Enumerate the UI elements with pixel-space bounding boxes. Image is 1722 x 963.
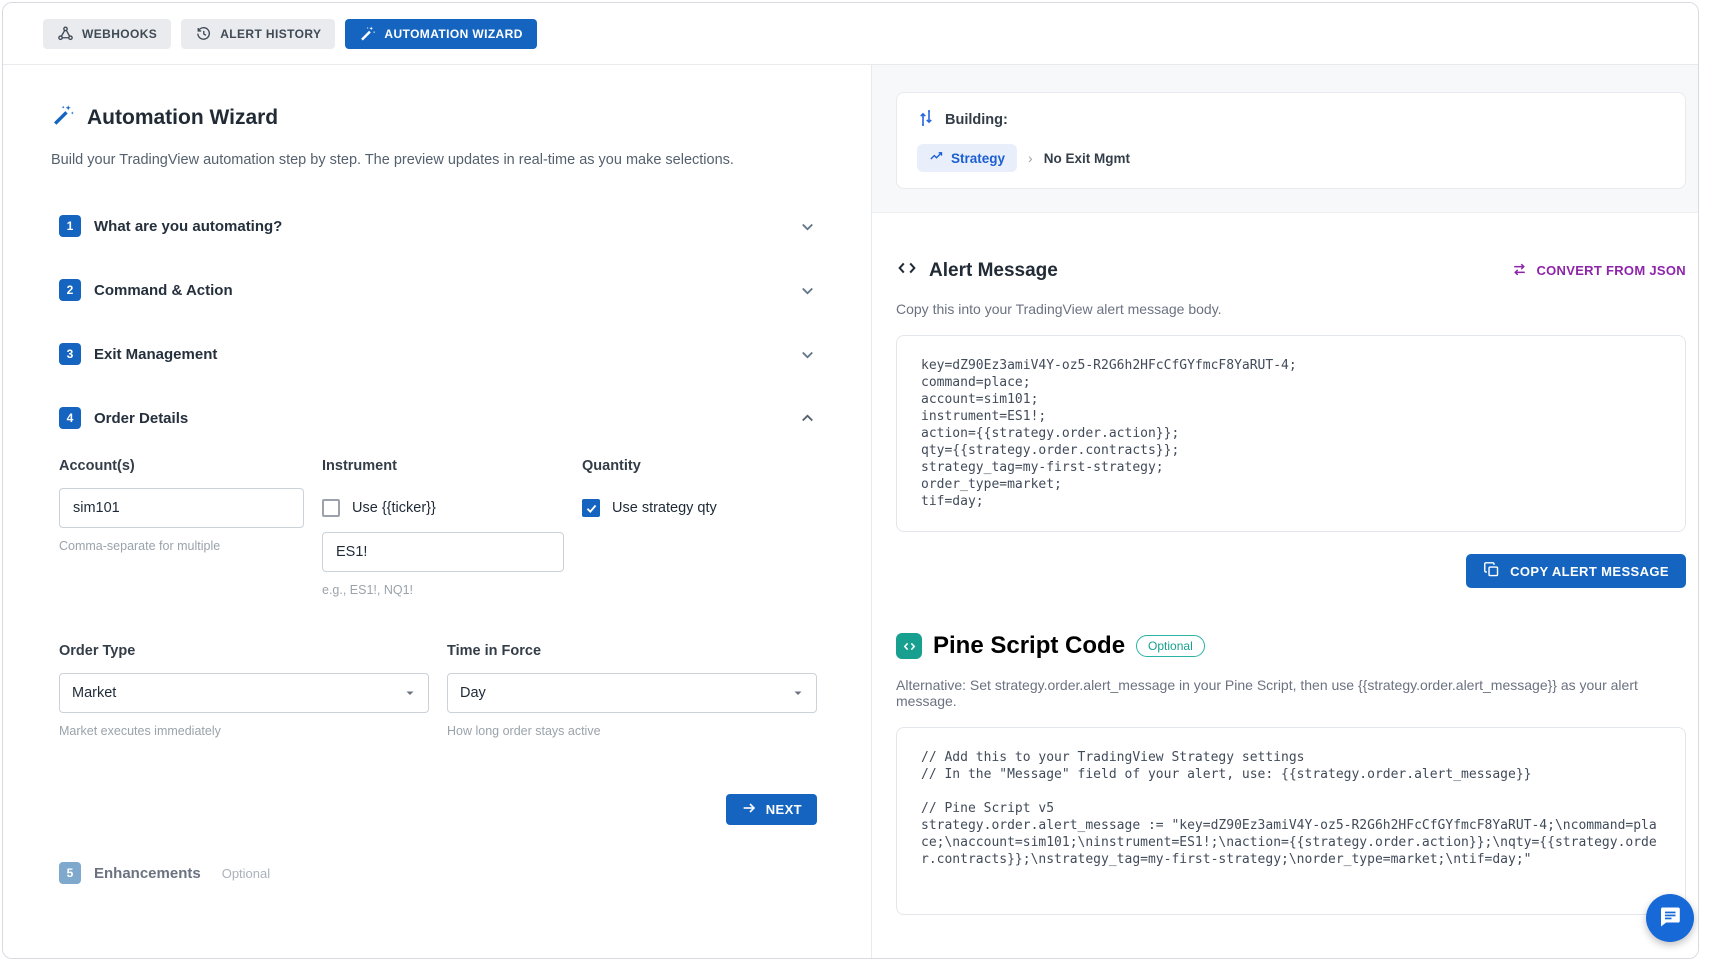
caret-down-icon xyxy=(792,687,804,699)
checkbox-unchecked-icon xyxy=(322,499,340,517)
step-number-badge: 2 xyxy=(59,279,81,301)
tif-hint: How long order stays active xyxy=(447,724,817,738)
preview-body: Alert Message CONVERT FROM JSON Copy thi… xyxy=(872,213,1698,931)
strategy-chip: Strategy xyxy=(917,144,1017,172)
strategy-chip-label: Strategy xyxy=(951,151,1005,166)
step-number-badge: 5 xyxy=(59,862,81,884)
step-header-enhancements[interactable]: 5 Enhancements Optional xyxy=(51,841,825,905)
optional-badge: Optional xyxy=(1136,635,1205,657)
time-in-force-select[interactable]: Day xyxy=(447,673,817,713)
breadcrumb-no-exit-mgmt: No Exit Mgmt xyxy=(1044,151,1130,166)
tif-label: Time in Force xyxy=(447,643,817,659)
chevron-down-icon xyxy=(798,217,817,236)
instrument-label: Instrument xyxy=(322,458,564,474)
swap-horizontal-icon xyxy=(1511,261,1528,281)
preview-panel: Building: Strategy › No Exit Mgmt xyxy=(872,65,1698,958)
checkbox-checked-icon xyxy=(582,499,600,517)
building-card: Building: Strategy › No Exit Mgmt xyxy=(896,92,1686,189)
accounts-label: Account(s) xyxy=(59,458,304,474)
tab-label: WEBHOOKS xyxy=(82,27,157,41)
order-type-hint: Market executes immediately xyxy=(59,724,429,738)
next-button[interactable]: NEXT xyxy=(726,794,817,825)
tab-label: ALERT HISTORY xyxy=(220,27,321,41)
tab-automation-wizard[interactable]: AUTOMATION WIZARD xyxy=(345,19,536,49)
code-icon xyxy=(896,257,918,284)
building-label: Building: xyxy=(945,112,1008,128)
alert-message-title: Alert Message xyxy=(929,260,1058,282)
step-number-badge: 3 xyxy=(59,343,81,365)
accounts-hint: Comma-separate for multiple xyxy=(59,539,304,553)
order-type-label: Order Type xyxy=(59,643,429,659)
magic-wand-icon xyxy=(359,25,376,42)
tab-webhooks[interactable]: WEBHOOKS xyxy=(43,19,171,49)
use-ticker-checkbox[interactable]: Use {{ticker}} xyxy=(322,488,564,528)
step-label: Enhancements xyxy=(94,865,201,882)
tif-value: Day xyxy=(460,685,486,701)
step-label: Exit Management xyxy=(94,346,217,363)
step-header-command-action[interactable]: 2 Command & Action xyxy=(51,258,825,322)
breadcrumb-separator: › xyxy=(1028,150,1033,166)
chevron-up-icon xyxy=(798,409,817,428)
chat-bubble-icon xyxy=(1658,905,1682,932)
order-type-value: Market xyxy=(72,685,116,701)
order-type-select[interactable]: Market xyxy=(59,673,429,713)
next-button-label: NEXT xyxy=(766,802,802,817)
step-label: Order Details xyxy=(94,410,188,427)
history-icon xyxy=(195,25,212,42)
chevron-down-icon xyxy=(798,281,817,300)
use-strategy-qty-label: Use strategy qty xyxy=(612,500,717,516)
alert-message-subtitle: Copy this into your TradingView alert me… xyxy=(896,301,1686,317)
instrument-hint: e.g., ES1!, NQ1! xyxy=(322,583,564,597)
step-label: Command & Action xyxy=(94,282,233,299)
step-label: What are you automating? xyxy=(94,218,282,235)
copy-icon xyxy=(1483,561,1500,581)
chevron-down-icon xyxy=(798,345,817,364)
building-strip: Building: Strategy › No Exit Mgmt xyxy=(872,65,1698,213)
pine-script-title: Pine Script Code xyxy=(933,632,1125,660)
alert-message-code: key=dZ90Ez3amiV4Y-oz5-R2G6h2HFcCfGYfmcF8… xyxy=(896,335,1686,532)
convert-from-json-button[interactable]: CONVERT FROM JSON xyxy=(1511,261,1686,281)
arrow-right-icon xyxy=(741,800,757,819)
step-number-badge: 4 xyxy=(59,407,81,429)
step-header-what-are-you-automating[interactable]: 1 What are you automating? xyxy=(51,194,825,258)
tab-alert-history[interactable]: ALERT HISTORY xyxy=(181,19,335,49)
caret-down-icon xyxy=(404,687,416,699)
convert-from-json-label: CONVERT FROM JSON xyxy=(1536,263,1686,278)
tab-label: AUTOMATION WIZARD xyxy=(384,27,522,41)
step-number-badge: 1 xyxy=(59,215,81,237)
copy-alert-message-label: COPY ALERT MESSAGE xyxy=(1510,564,1669,579)
magic-wand-icon xyxy=(51,103,75,132)
use-strategy-qty-checkbox[interactable]: Use strategy qty xyxy=(582,488,817,528)
route-icon xyxy=(917,109,935,131)
wizard-panel: Automation Wizard Build your TradingView… xyxy=(3,65,872,958)
pine-script-icon xyxy=(896,633,922,659)
order-details-form: Account(s) Comma-separate for multiple I… xyxy=(51,450,825,825)
instrument-input[interactable] xyxy=(322,532,564,572)
copy-alert-message-button[interactable]: COPY ALERT MESSAGE xyxy=(1466,554,1686,588)
step-header-exit-management[interactable]: 3 Exit Management xyxy=(51,322,825,386)
step-header-order-details[interactable]: 4 Order Details xyxy=(51,386,825,450)
pine-script-code: // Add this to your TradingView Strategy… xyxy=(896,727,1686,915)
accounts-input[interactable] xyxy=(59,488,304,528)
top-tab-bar: WEBHOOKS ALERT HISTORY AUTO xyxy=(3,3,1698,65)
pine-script-subtitle: Alternative: Set strategy.order.alert_me… xyxy=(896,677,1686,709)
page-subtitle: Build your TradingView automation step b… xyxy=(51,152,825,168)
quantity-label: Quantity xyxy=(582,458,817,474)
trending-up-icon xyxy=(929,149,944,167)
use-ticker-label: Use {{ticker}} xyxy=(352,500,436,516)
chat-fab-button[interactable] xyxy=(1646,894,1694,942)
app-window: WEBHOOKS ALERT HISTORY AUTO xyxy=(2,2,1699,959)
optional-tag: Optional xyxy=(222,866,270,881)
webhook-icon xyxy=(57,25,74,42)
page-title: Automation Wizard xyxy=(87,106,278,130)
